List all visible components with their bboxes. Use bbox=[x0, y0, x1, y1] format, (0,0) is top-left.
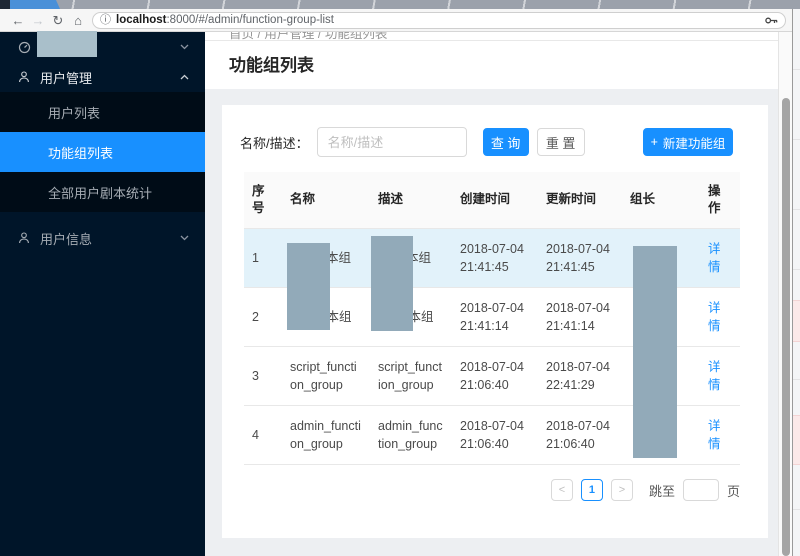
detail-link[interactable]: 详情 bbox=[708, 242, 721, 274]
table-header-row: 序号 名称 描述 创建时间 更新时间 组长 操作 bbox=[244, 172, 740, 229]
site-info-icon[interactable]: ⓘ bbox=[100, 14, 111, 26]
header-action: 操作 bbox=[700, 172, 740, 229]
browser-tab-strip[interactable] bbox=[0, 0, 800, 9]
redaction-sidebar-label bbox=[37, 31, 97, 57]
active-tab[interactable] bbox=[10, 0, 60, 9]
key-icon[interactable] bbox=[765, 16, 778, 25]
reset-button[interactable]: 重 置 bbox=[536, 128, 585, 156]
cell-index: 3 bbox=[244, 346, 282, 406]
page-unit-label: 页 bbox=[726, 483, 740, 499]
search-form: 名称/描述： 查 询 重 置 bbox=[240, 127, 585, 157]
header-desc: 描述 bbox=[370, 172, 452, 229]
detail-link[interactable]: 详情 bbox=[708, 360, 721, 392]
header-leader: 组长 bbox=[622, 172, 700, 229]
redaction-name-column bbox=[287, 243, 330, 330]
cell-created: 2018-07-04 21:41:45 bbox=[452, 228, 538, 288]
plus-icon: + bbox=[650, 135, 658, 149]
user-icon bbox=[18, 71, 30, 83]
sidebar-item-user-info[interactable]: 用户信息 bbox=[0, 218, 205, 258]
cell-action: 详情 bbox=[700, 346, 740, 406]
sidebar-item-user-management[interactable]: 用户管理 bbox=[0, 62, 205, 92]
chevron-down-icon bbox=[180, 235, 189, 241]
query-button[interactable]: 查 询 bbox=[482, 128, 529, 156]
scrollbar-thumb[interactable] bbox=[782, 98, 790, 556]
scrollbar bbox=[778, 32, 792, 556]
chevron-down-icon bbox=[180, 44, 189, 50]
sidebar-item-user-script-stats[interactable]: 全部用户剧本统计 bbox=[0, 172, 205, 212]
header-index: 序号 bbox=[244, 172, 282, 229]
detail-link[interactable]: 详情 bbox=[708, 419, 721, 451]
create-function-group-button[interactable]: + 新建功能组 bbox=[643, 128, 733, 156]
user-icon bbox=[18, 232, 30, 244]
background-window-sliver bbox=[792, 9, 800, 556]
url-text: localhost:8000/#/admin/function-group-li… bbox=[116, 14, 334, 26]
cell-action: 详情 bbox=[700, 287, 740, 347]
reload-button[interactable]: ↻ bbox=[48, 14, 68, 27]
page-1-button[interactable]: 1 bbox=[580, 479, 603, 501]
header-divider bbox=[205, 40, 778, 41]
home-button[interactable]: ⌂ bbox=[68, 14, 88, 27]
cell-updated: 2018-07-04 21:41:45 bbox=[538, 228, 622, 288]
sidebar: 用户管理 用户列表 功能组列表 全部用户剧本统计 用户信息 bbox=[0, 32, 205, 556]
cell-name: script_function_group bbox=[282, 346, 370, 406]
cell-index: 1 bbox=[244, 228, 282, 288]
cell-created: 2018-07-04 21:06:40 bbox=[452, 405, 538, 465]
dashboard-icon bbox=[18, 41, 31, 54]
back-button[interactable]: ← bbox=[8, 14, 28, 27]
sidebar-item-label: 用户信息 bbox=[40, 231, 93, 247]
sidebar-submenu: 用户列表 功能组列表 全部用户剧本统计 bbox=[0, 92, 205, 212]
header-updated: 更新时间 bbox=[538, 172, 622, 229]
url-host: localhost bbox=[116, 14, 167, 26]
url-path: :8000/#/admin/function-group-list bbox=[166, 14, 334, 26]
screen: ← → ↻ ⌂ ⓘ localhost:8000/#/admin/functio… bbox=[0, 0, 800, 556]
forward-button[interactable]: → bbox=[28, 14, 48, 27]
chevron-up-icon bbox=[180, 74, 189, 80]
prev-page-button[interactable]: < bbox=[550, 479, 573, 501]
cell-desc: admin_function_group bbox=[370, 405, 452, 465]
page-title: 功能组列表 bbox=[229, 56, 314, 75]
breadcrumb-text: 首页 / 用户管理 / 功能组列表 bbox=[229, 32, 388, 40]
background-error-row bbox=[793, 415, 800, 465]
search-input[interactable] bbox=[316, 127, 467, 157]
cell-action: 详情 bbox=[700, 405, 740, 465]
tab-strip-corner bbox=[0, 0, 11, 9]
cell-updated: 2018-07-04 21:41:14 bbox=[538, 287, 622, 347]
cell-desc: script_function_group bbox=[370, 346, 452, 406]
detail-link[interactable]: 详情 bbox=[708, 301, 721, 333]
background-error-row bbox=[793, 300, 800, 342]
sidebar-item-function-group-list[interactable]: 功能组列表 bbox=[0, 132, 205, 172]
cell-created: 2018-07-04 21:41:14 bbox=[452, 287, 538, 347]
cell-updated: 2018-07-04 21:06:40 bbox=[538, 405, 622, 465]
breadcrumb: 首页 / 用户管理 / 功能组列表 bbox=[229, 32, 629, 40]
cell-updated: 2018-07-04 22:41:29 bbox=[538, 346, 622, 406]
search-label: 名称/描述： bbox=[240, 135, 309, 151]
cell-index: 4 bbox=[244, 405, 282, 465]
cell-index: 2 bbox=[244, 287, 282, 347]
header-name: 名称 bbox=[282, 172, 370, 229]
browser-toolbar: ← → ↻ ⌂ ⓘ localhost:8000/#/admin/functio… bbox=[0, 9, 792, 32]
pagination: < 1 > 跳至 页 bbox=[244, 479, 740, 501]
page-header: 首页 / 用户管理 / 功能组列表 功能组列表 bbox=[205, 32, 778, 89]
jump-to-label: 跳至 bbox=[648, 483, 675, 499]
sidebar-item-dashboard[interactable] bbox=[0, 32, 205, 62]
create-button-label: 新建功能组 bbox=[662, 136, 726, 151]
sidebar-item-label: 用户管理 bbox=[40, 70, 93, 86]
redaction-leader-column bbox=[633, 246, 677, 458]
address-bar[interactable]: ⓘ localhost:8000/#/admin/function-group-… bbox=[92, 11, 786, 29]
redaction-desc-column bbox=[371, 236, 413, 331]
cell-created: 2018-07-04 21:06:40 bbox=[452, 346, 538, 406]
sidebar-item-user-list[interactable]: 用户列表 bbox=[0, 92, 205, 132]
next-page-button[interactable]: > bbox=[610, 479, 633, 501]
page-jump-input[interactable] bbox=[682, 479, 719, 501]
cell-name: admin_function_group bbox=[282, 405, 370, 465]
header-created: 创建时间 bbox=[452, 172, 538, 229]
cell-action: 详情 bbox=[700, 228, 740, 288]
